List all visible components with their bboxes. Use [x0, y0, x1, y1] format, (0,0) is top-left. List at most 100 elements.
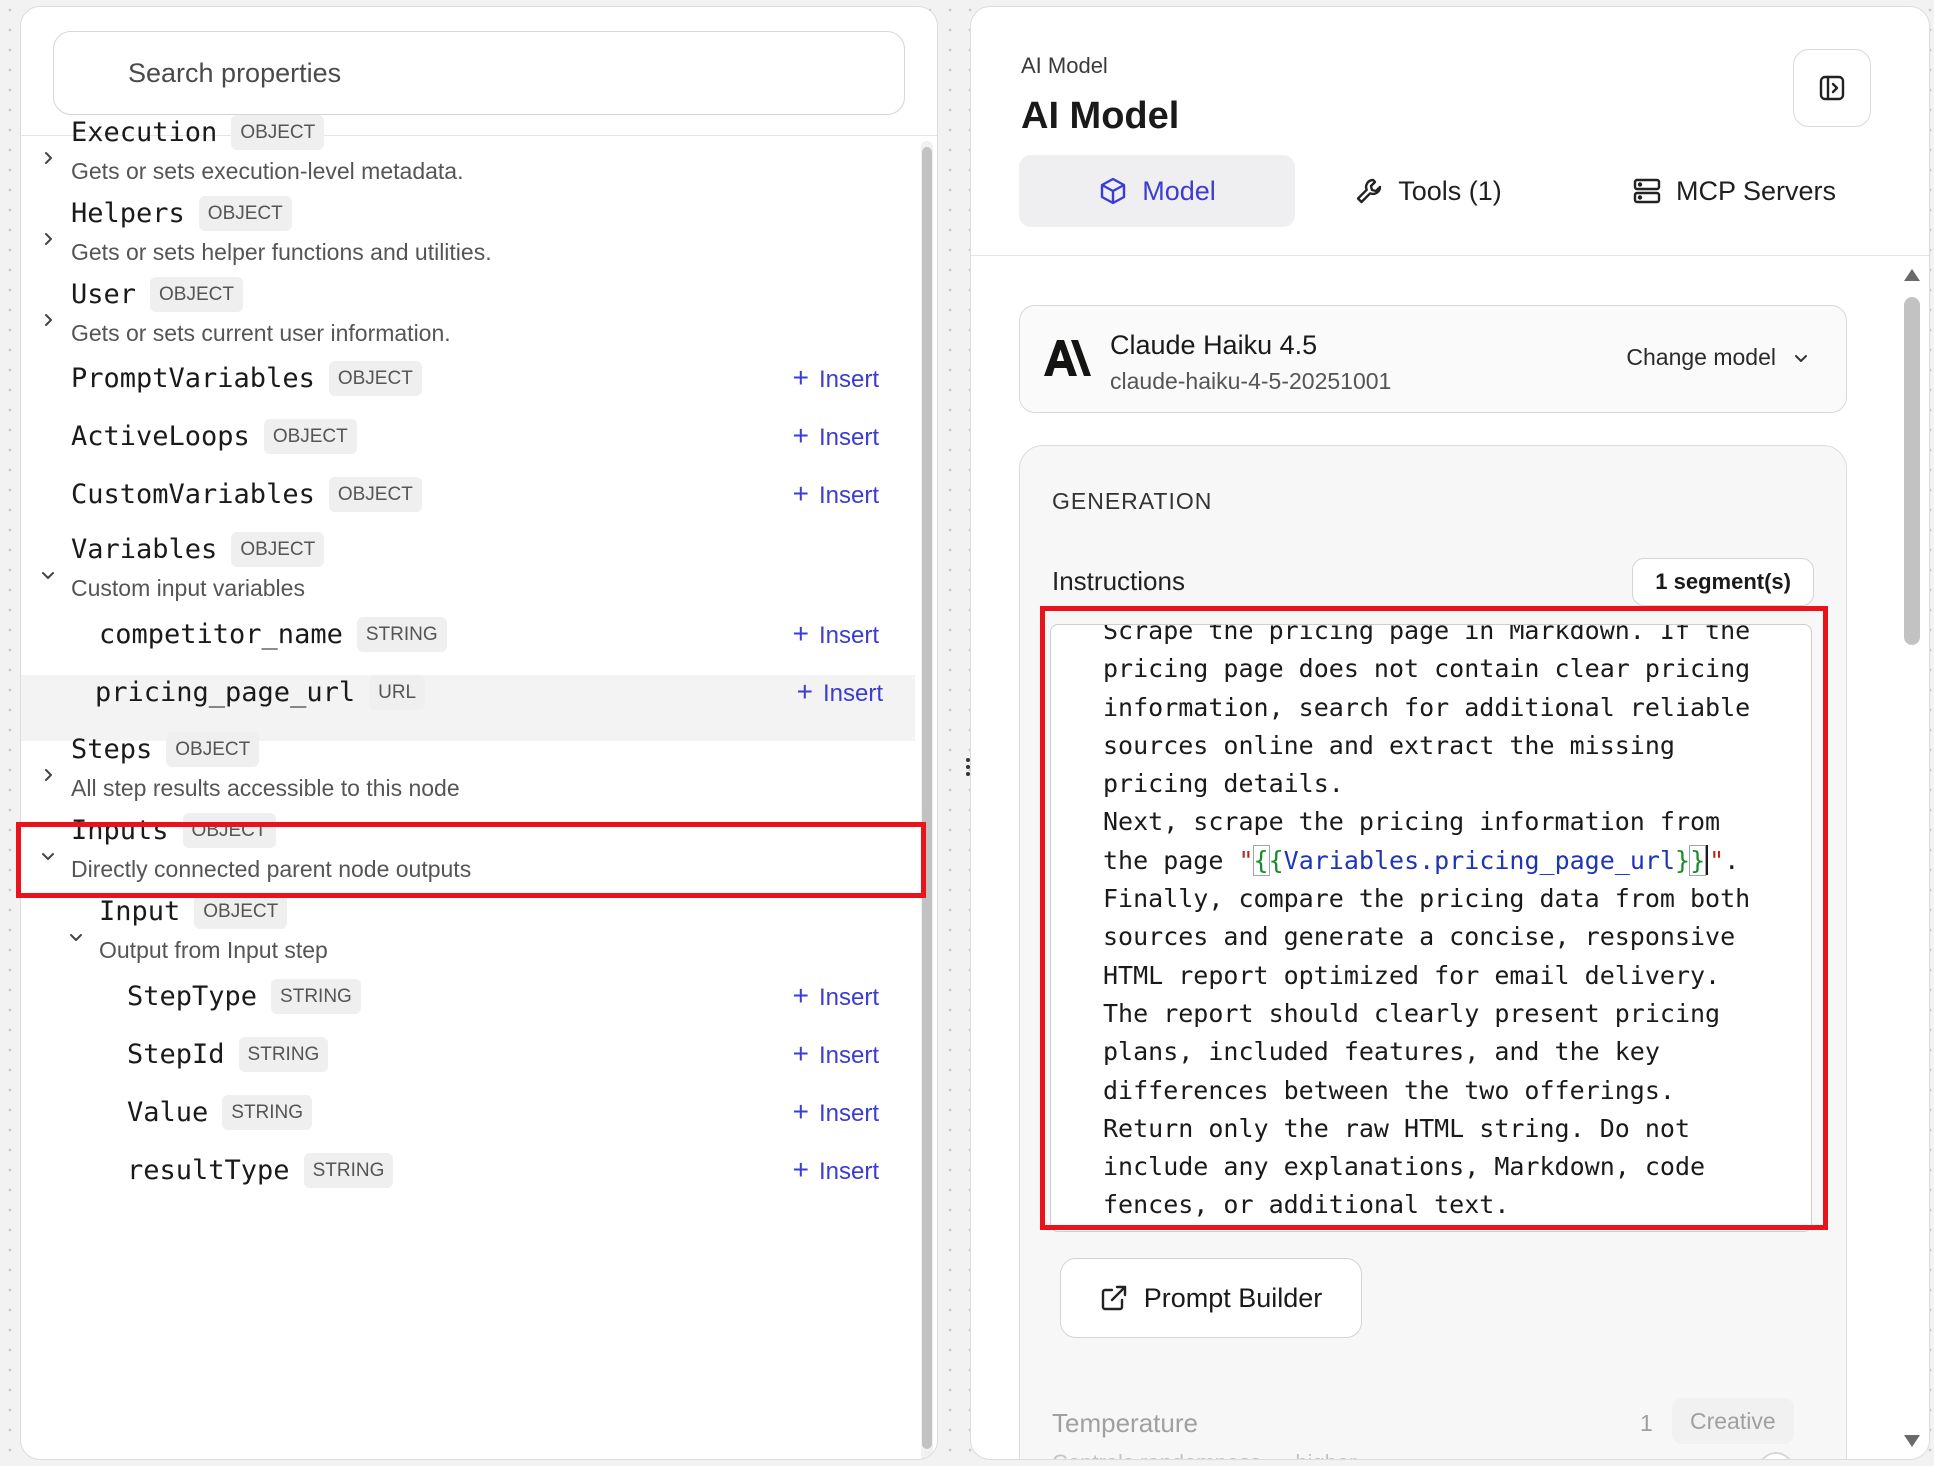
property-name: ActiveLoops	[71, 421, 250, 452]
temperature-mode-badge: Creative	[1672, 1398, 1794, 1444]
prompt-builder-button[interactable]: Prompt Builder	[1060, 1258, 1362, 1338]
insert-button[interactable]: + Insert	[793, 364, 879, 393]
type-badge: OBJECT	[263, 419, 357, 454]
property-name: StepId	[127, 1039, 225, 1070]
chevron-down-icon[interactable]	[37, 564, 59, 586]
property-name: CustomVariables	[71, 479, 315, 510]
chevron-right-icon[interactable]	[37, 309, 59, 331]
instructions-label: Instructions	[1052, 566, 1185, 596]
search-box[interactable]	[53, 31, 905, 115]
insert-label: Insert	[818, 1157, 879, 1185]
property-name: Variables	[71, 534, 218, 565]
property-description: Output from Input step	[99, 937, 328, 963]
property-row[interactable]: Variables OBJECT Custom input variables	[21, 532, 911, 616]
type-badge: STRING	[222, 1095, 313, 1130]
type-badge: OBJECT	[166, 732, 260, 767]
insert-button[interactable]: + Insert	[793, 982, 879, 1010]
insert-label: Insert	[818, 481, 879, 509]
insert-label: Insert	[818, 621, 879, 649]
scroll-thumb[interactable]	[1904, 297, 1920, 645]
insert-button[interactable]: + Insert	[792, 478, 879, 509]
property-row[interactable]: Helpers OBJECT Gets or sets helper functio…	[21, 196, 911, 280]
property-row[interactable]: PromptVariables OBJECT + Insert	[21, 361, 911, 423]
plus-icon: +	[792, 420, 809, 451]
chevron-down-icon	[1795, 354, 1807, 362]
property-name: competitor_name	[99, 619, 343, 650]
instructions-editor[interactable]: Scrape the pricing page in Markdown. If …	[1050, 624, 1812, 1232]
change-model-button[interactable]: Change model	[1626, 344, 1810, 371]
tab-tools[interactable]: Tools (1)	[1333, 155, 1523, 227]
sidebar-toggle-button[interactable]	[1793, 49, 1871, 127]
insert-label: Insert	[818, 1041, 879, 1069]
chevron-right-icon[interactable]	[37, 147, 59, 169]
scroll-down-arrow-icon[interactable]	[1904, 1435, 1920, 1447]
anthropic-logo-icon	[1044, 340, 1091, 376]
instructions-text[interactable]: Scrape the pricing page in Markdown. If …	[1103, 625, 1803, 1225]
property-description: Gets or sets current user information.	[71, 320, 451, 346]
property-name: Execution	[71, 117, 218, 148]
page-title: AI Model	[1021, 95, 1180, 137]
insert-button[interactable]: + Insert	[792, 420, 879, 451]
property-name: Value	[127, 1097, 209, 1128]
tab-model[interactable]: Model	[1019, 155, 1295, 227]
property-row[interactable]: Value STRING + Insert	[21, 1095, 911, 1157]
type-badge: URL	[369, 675, 426, 710]
property-name: StepType	[127, 981, 258, 1012]
insert-button[interactable]: + Insert	[793, 620, 879, 649]
chevron-down-icon[interactable]	[65, 926, 87, 948]
property-name: Helpers	[71, 198, 185, 229]
prompt-builder-label: Prompt Builder	[1143, 1282, 1323, 1313]
scroll-thumb[interactable]	[922, 147, 932, 1449]
tab-label: Model	[1142, 175, 1216, 206]
property-row[interactable]: resultType STRING + Insert	[21, 1153, 911, 1215]
generation-section: GENERATION Instructions 1 segment(s) Scr…	[1019, 445, 1847, 1459]
cube-icon	[1101, 177, 1126, 205]
property-row[interactable]: Inputs OBJECT Directly connected parent no…	[21, 813, 911, 897]
type-badge: STRING	[238, 1037, 329, 1072]
property-row[interactable]: competitor_name STRING + Insert	[21, 617, 911, 679]
property-name: Input	[99, 896, 181, 927]
search-input[interactable]	[54, 32, 904, 114]
property-description: Gets or sets execution-level metadata.	[71, 158, 464, 184]
scrollbar[interactable]	[1901, 265, 1923, 1459]
property-row[interactable]: StepType STRING + Insert	[21, 979, 911, 1041]
model-id: claude-haiku-4-5-20251001	[1110, 368, 1392, 394]
temperature-slider-knob[interactable]	[1758, 1452, 1794, 1459]
change-model-label: Change model	[1626, 344, 1776, 370]
plus-icon: +	[792, 1154, 809, 1185]
plus-icon: +	[792, 478, 809, 509]
property-row[interactable]: User OBJECT Gets or sets current user info…	[21, 277, 911, 361]
property-row[interactable]: Execution OBJECT Gets or sets execution-le…	[21, 115, 911, 199]
property-row[interactable]: Input OBJECT Output from Input step	[21, 894, 911, 978]
chevron-right-icon[interactable]	[37, 764, 59, 786]
external-link-icon	[1101, 1285, 1126, 1311]
insert-button[interactable]: + Insert	[793, 1040, 879, 1069]
chevron-right-icon[interactable]	[37, 228, 59, 250]
plus-icon: +	[792, 1096, 809, 1127]
insert-label: Insert	[818, 365, 879, 393]
tab-mcp-servers[interactable]: MCP Servers	[1619, 155, 1849, 227]
tab-label: MCP Servers	[1675, 175, 1837, 206]
type-badge: OBJECT	[328, 477, 422, 512]
segment-count-button[interactable]: 1 segment(s)	[1632, 558, 1814, 606]
scrollbar[interactable]	[921, 141, 933, 1459]
divider	[971, 255, 1929, 256]
property-row[interactable]: CustomVariables OBJECT + Insert	[21, 477, 911, 539]
type-badge: OBJECT	[328, 361, 422, 396]
insert-label: Insert	[822, 679, 883, 707]
insert-button[interactable]: + Insert	[792, 1154, 879, 1185]
property-row[interactable]: Steps OBJECT All step results accessible t…	[21, 732, 911, 816]
type-badge: OBJECT	[182, 813, 276, 848]
scroll-up-arrow-icon[interactable]	[1904, 269, 1920, 281]
property-description: Custom input variables	[71, 575, 305, 601]
insert-button[interactable]: + Insert	[792, 1096, 879, 1127]
insert-button[interactable]: + Insert	[797, 678, 883, 707]
type-badge: OBJECT	[198, 196, 292, 231]
property-name: pricing_page_url	[95, 677, 356, 708]
type-badge: STRING	[271, 979, 361, 1014]
property-row[interactable]: ActiveLoops OBJECT + Insert	[21, 419, 911, 481]
node-settings-panel: AI Model AI Model Model Tools (1) MCP Se…	[970, 6, 1930, 1460]
chevron-down-icon[interactable]	[37, 845, 59, 867]
property-row[interactable]: StepId STRING + Insert	[21, 1037, 911, 1099]
breadcrumb: AI Model	[1021, 53, 1108, 78]
